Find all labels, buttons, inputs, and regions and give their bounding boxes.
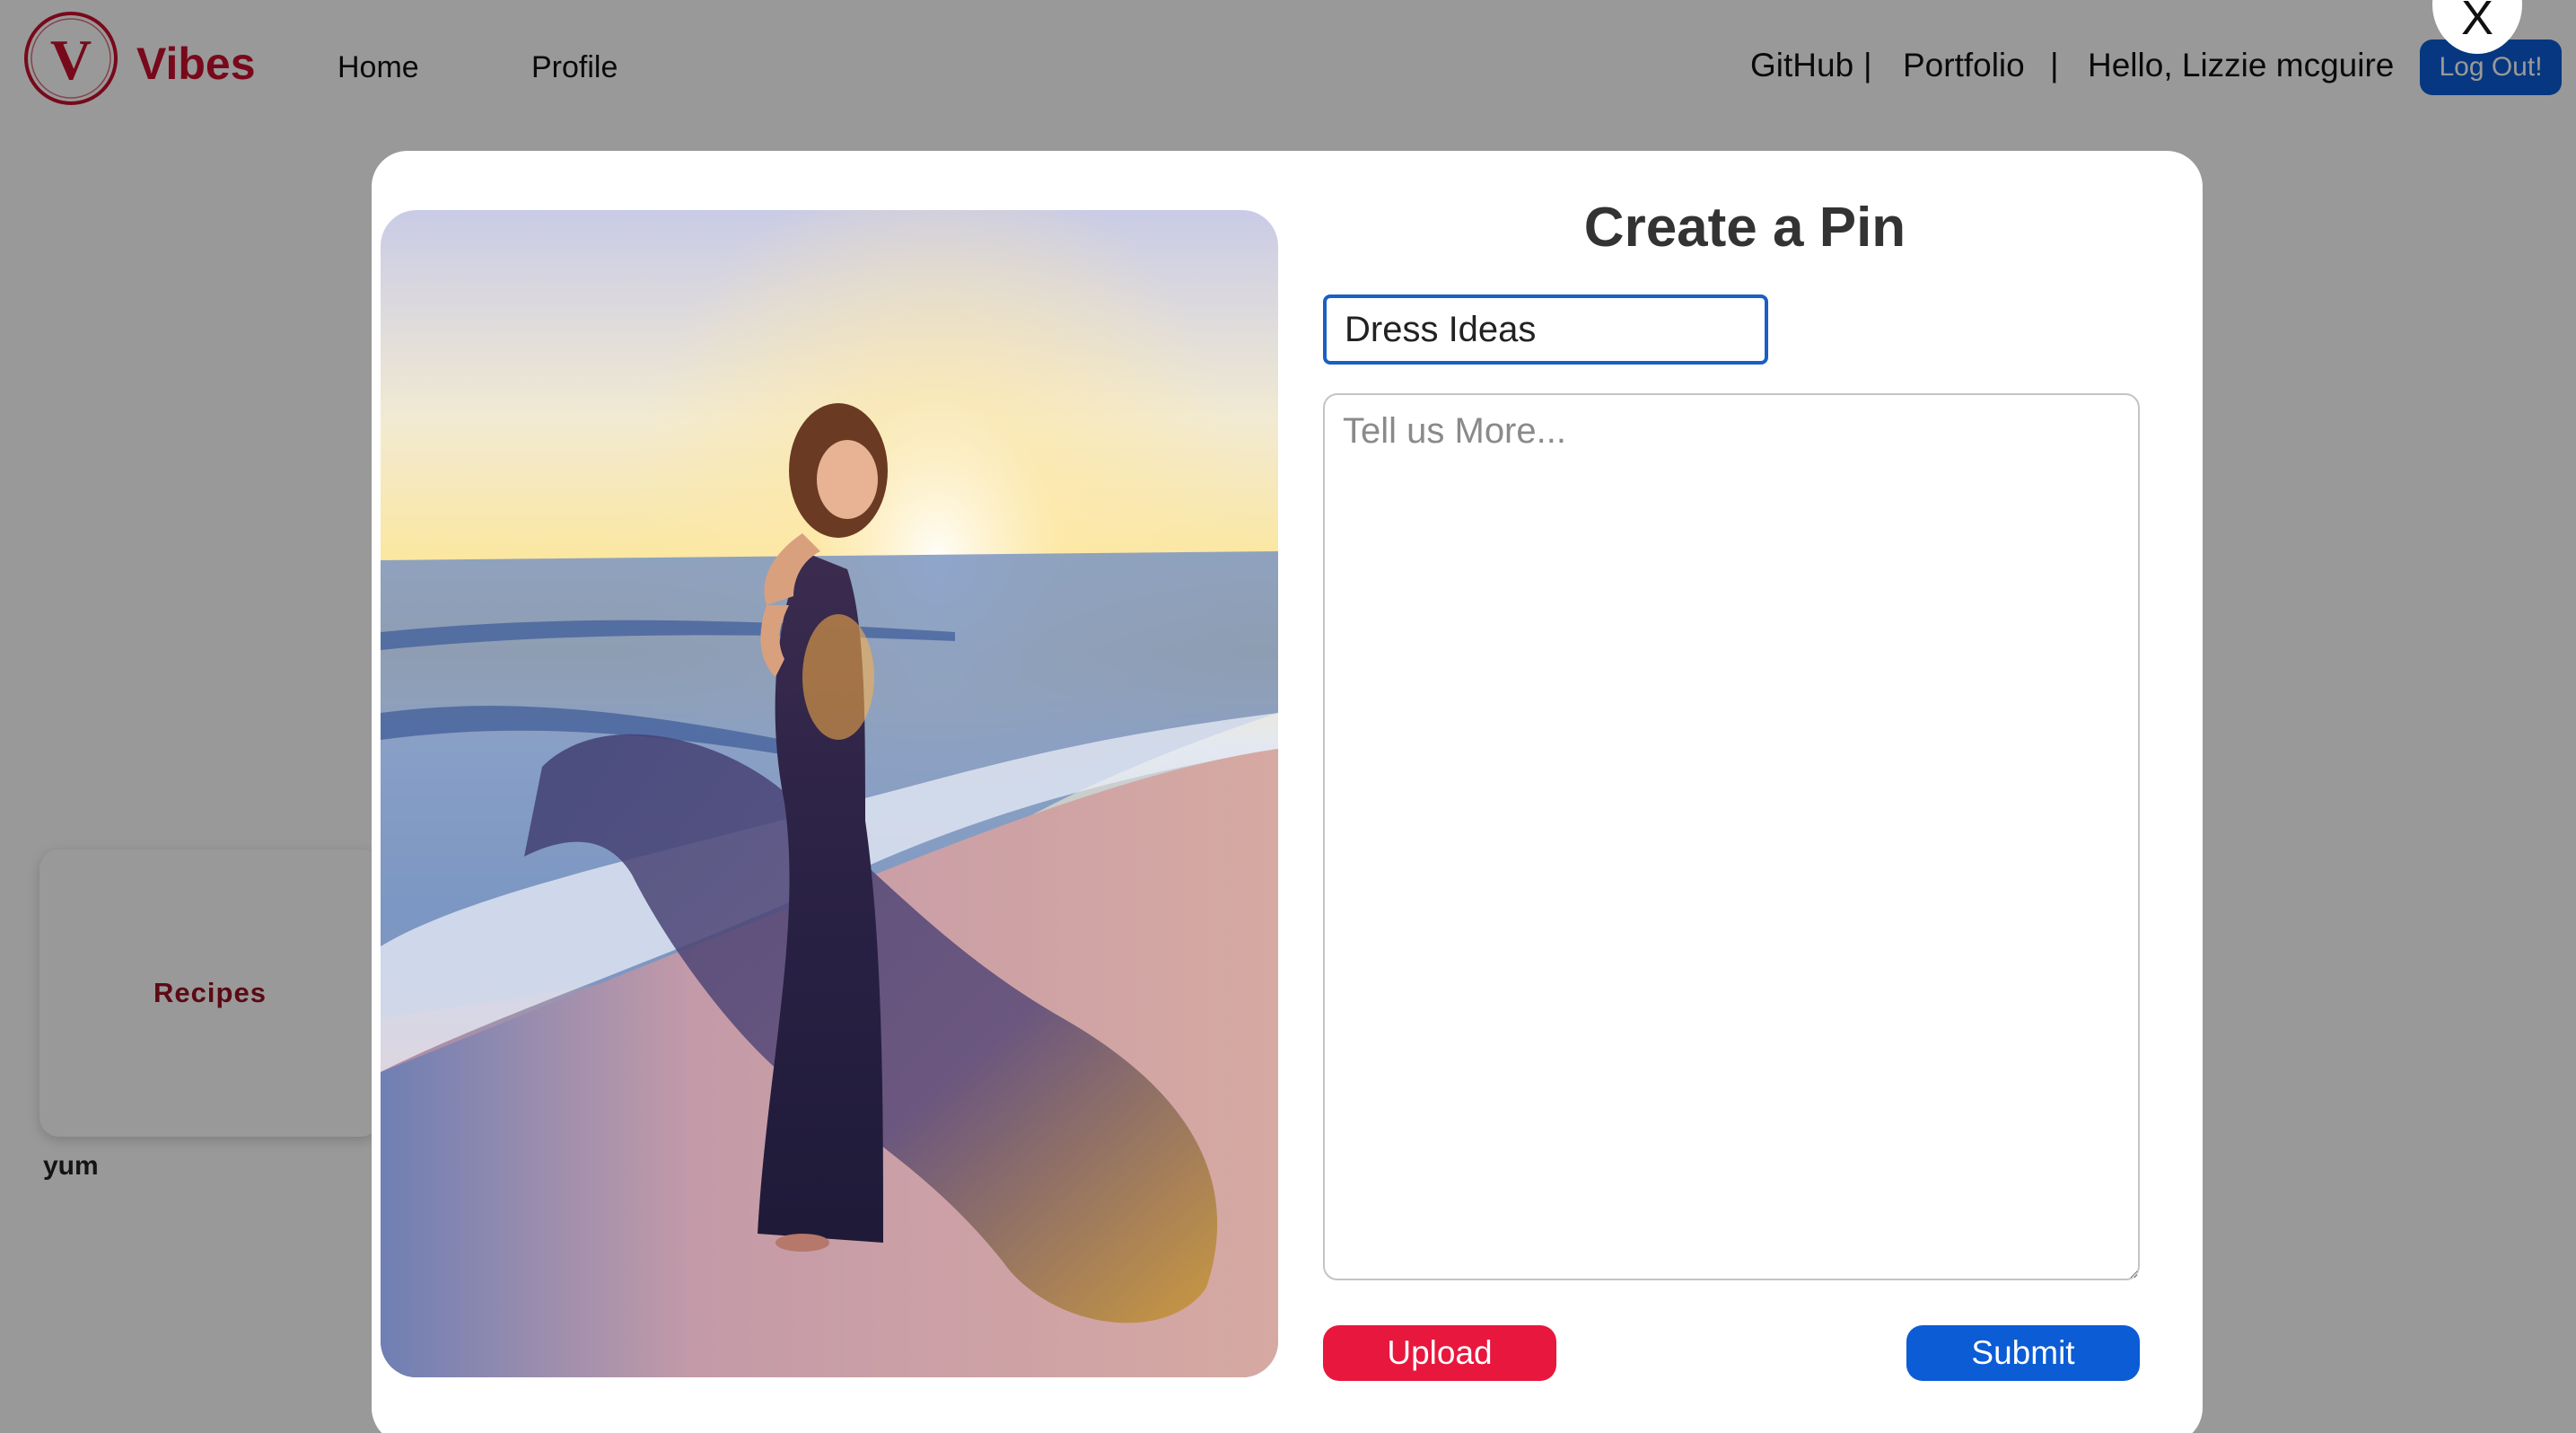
- submit-button[interactable]: Submit: [1906, 1325, 2140, 1381]
- pin-photo: [381, 210, 1278, 1377]
- pin-description-textarea[interactable]: [1323, 393, 2140, 1280]
- beach-photo-icon: [381, 210, 1278, 1377]
- modal-title: Create a Pin: [1583, 197, 1906, 259]
- create-pin-modal: Create a Pin Upload Submit: [372, 151, 2203, 1433]
- upload-button[interactable]: Upload: [1323, 1325, 1556, 1381]
- pin-title-input[interactable]: [1323, 295, 1768, 365]
